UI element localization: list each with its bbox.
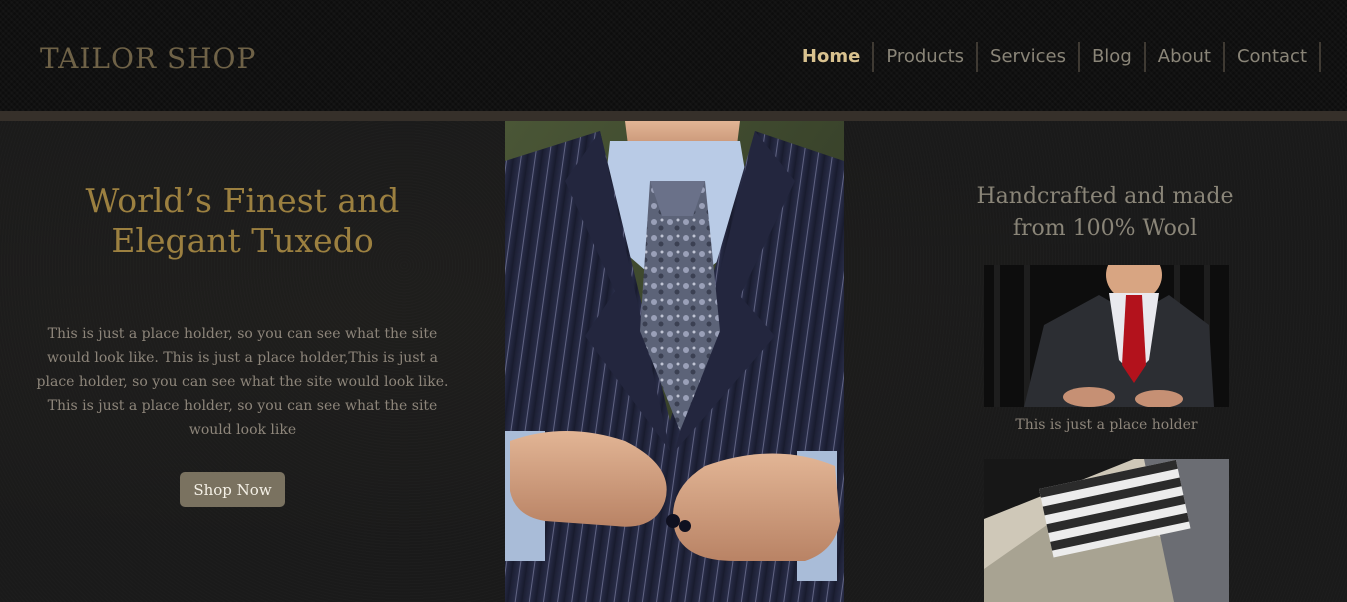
hero-title: World’s Finest and Elegant Tuxedo <box>0 181 485 261</box>
hero-title-line-2: Elegant Tuxedo <box>111 221 374 260</box>
site-logo[interactable]: TAILOR SHOP <box>40 42 256 75</box>
nav-item-blog[interactable]: Blog <box>1080 42 1146 72</box>
feature-title: Handcrafted and made from 100% Wool <box>845 181 1347 245</box>
smiling-man-illustration <box>984 265 1229 407</box>
header-divider <box>0 111 1347 121</box>
hero-image-suit <box>505 121 844 602</box>
feature-section: Handcrafted and made from 100% Wool This… <box>845 121 1347 602</box>
page: TAILOR SHOP Home Products Services Blog … <box>0 0 1347 602</box>
nav-item-home[interactable]: Home <box>790 42 875 72</box>
nav-item-contact[interactable]: Contact <box>1225 42 1321 72</box>
shop-now-button[interactable]: Shop Now <box>180 472 285 507</box>
thumbnail-caption: This is just a place holder <box>1015 417 1198 433</box>
nav-item-about[interactable]: About <box>1146 42 1225 72</box>
site-header: TAILOR SHOP Home Products Services Blog … <box>0 0 1347 111</box>
suit-illustration <box>505 121 844 602</box>
striped-tie-illustration <box>984 459 1229 602</box>
ties-thumbnail-image[interactable] <box>984 459 1229 602</box>
main-content: World’s Finest and Elegant Tuxedo This i… <box>0 121 1347 602</box>
suit-thumbnail-image[interactable] <box>984 265 1229 407</box>
hero-section: World’s Finest and Elegant Tuxedo This i… <box>0 121 485 602</box>
hero-title-line-1: World’s Finest and <box>85 181 400 220</box>
nav-item-products[interactable]: Products <box>874 42 979 72</box>
main-nav: Home Products Services Blog About Contac… <box>790 42 1321 72</box>
hero-description: This is just a place holder, so you can … <box>36 326 449 438</box>
feature-title-line-1: Handcrafted and made <box>976 184 1234 209</box>
nav-item-services[interactable]: Services <box>978 42 1080 72</box>
feature-title-line-2: from 100% Wool <box>1012 216 1198 241</box>
